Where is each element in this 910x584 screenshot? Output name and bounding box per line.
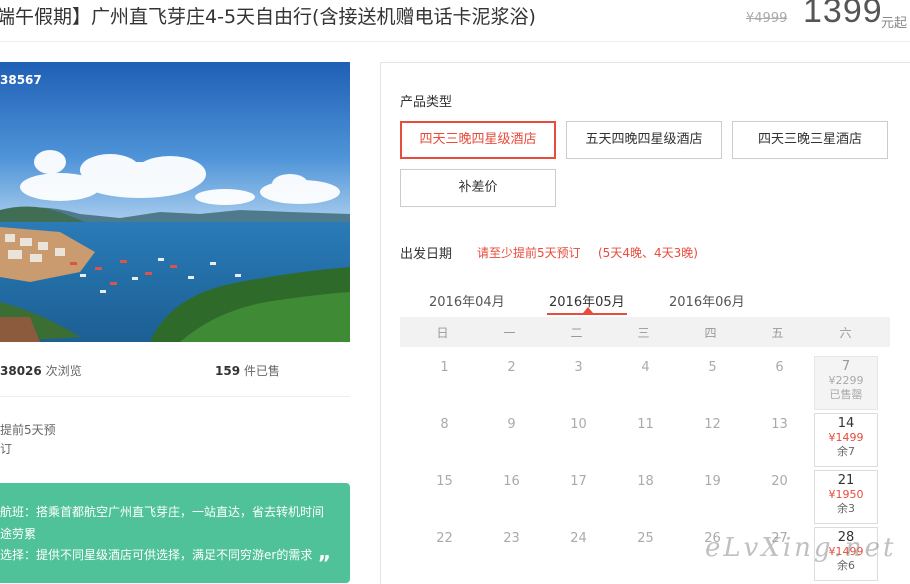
weekday-mon: 一: [503, 326, 516, 340]
views-count: 38026: [0, 364, 42, 378]
calendar-day: 3: [574, 360, 583, 375]
option-supplement[interactable]: 补差价: [400, 169, 556, 207]
calendar-day: 2: [507, 360, 516, 375]
quote-mark-icon: „: [318, 540, 332, 564]
active-month-underline: [547, 313, 627, 315]
cell-day: 7: [841, 359, 851, 374]
current-price: 1399: [803, 0, 883, 30]
calendar-day: 5: [708, 360, 717, 375]
views-stat: 38026 次浏览: [0, 362, 82, 379]
weekday-thu: 四: [704, 326, 717, 340]
weekday-sat: 六: [839, 326, 852, 340]
booking-note-line2: 订: [0, 442, 13, 456]
sold-stat: 159 件已售: [215, 362, 280, 379]
photo-id-label: 38567: [0, 73, 42, 87]
calendar-day: 8: [440, 417, 449, 432]
watermark: eLvXing.net: [705, 533, 897, 563]
left-divider: [0, 396, 350, 397]
calendar-cell-soldout: 7 ¥2299 已售罄: [814, 356, 878, 410]
departure-date-label: 出发日期: [400, 247, 453, 262]
product-type-label: 产品类型: [400, 95, 453, 110]
cell-remaining: 已售罄: [829, 388, 863, 401]
weekday-wed: 三: [637, 326, 650, 340]
calendar-day: 20: [771, 474, 788, 489]
weekday-fri: 五: [771, 326, 784, 340]
calendar-cell-available[interactable]: 21 ¥1950 余3: [814, 470, 878, 524]
header-divider: [0, 41, 910, 42]
cell-day: 14: [837, 416, 855, 431]
calendar-day: 19: [704, 474, 721, 489]
feature-line-hotel: 选择：提供不同星级酒店可供选择，满足不同穷游er的需求: [0, 548, 313, 562]
sold-label: 件已售: [240, 364, 280, 378]
calendar-day: 16: [503, 474, 520, 489]
month-tab-april[interactable]: 2016年04月: [429, 291, 505, 310]
calendar-day: 24: [570, 531, 587, 546]
feature-line-flight-cont: 途劳累: [0, 527, 37, 541]
calendar-day: 23: [503, 531, 520, 546]
duration-hint: (5天4晚、4天3晚): [598, 246, 698, 260]
feature-line-flight: 航班：搭乘首都航空广州直飞芽庄，一站直达，省去转机时间: [0, 505, 325, 519]
calendar-day: 25: [637, 531, 654, 546]
cell-price: ¥1950: [828, 488, 864, 501]
cell-price: ¥1499: [828, 431, 864, 444]
weekday-sun: 日: [436, 326, 449, 340]
calendar-day: 13: [771, 417, 788, 432]
calendar-day: 22: [436, 531, 453, 546]
calendar-day: 9: [507, 417, 516, 432]
original-price: ¥4999: [746, 11, 788, 26]
price-unit: 元起: [881, 16, 908, 31]
option-4d3n-4star[interactable]: 四天三晚四星级酒店: [400, 121, 556, 159]
weekday-tue: 二: [570, 326, 583, 340]
calendar-day: 10: [570, 417, 587, 432]
cell-day: 21: [837, 473, 855, 488]
calendar-day: 6: [775, 360, 784, 375]
calendar-day: 11: [637, 417, 654, 432]
option-5d4n-4star[interactable]: 五天四晚四星级酒店: [566, 121, 722, 159]
advance-booking-hint: 请至少提前5天预订: [477, 246, 581, 260]
calendar-day: 1: [440, 360, 449, 375]
option-4d3n-3star[interactable]: 四天三晚三星酒店: [732, 121, 888, 159]
product-title: 端午假期】广州直飞芽庄4-5天自由行(含接送机赠电话卡泥浆浴): [0, 6, 536, 28]
calendar-day: 18: [637, 474, 654, 489]
calendar-day: 12: [704, 417, 721, 432]
cell-price: ¥2299: [828, 374, 864, 387]
views-label: 次浏览: [41, 364, 82, 378]
calendar-day: 15: [436, 474, 453, 489]
booking-note-line1: 提前5天预: [0, 423, 56, 437]
product-photo[interactable]: [0, 62, 350, 342]
cell-remaining: 余7: [837, 445, 855, 458]
feature-box: [0, 483, 350, 583]
cell-remaining: 余3: [837, 502, 855, 515]
calendar-cell-available[interactable]: 14 ¥1499 余7: [814, 413, 878, 467]
calendar-day: 4: [641, 360, 650, 375]
month-tab-june[interactable]: 2016年06月: [669, 291, 745, 310]
calendar-day: 17: [570, 474, 587, 489]
bay-landscape-image: [0, 62, 350, 342]
product-page: 端午假期】广州直飞芽庄4-5天自由行(含接送机赠电话卡泥浆浴) ¥4999 13…: [0, 0, 910, 584]
sold-count: 159: [215, 364, 241, 378]
